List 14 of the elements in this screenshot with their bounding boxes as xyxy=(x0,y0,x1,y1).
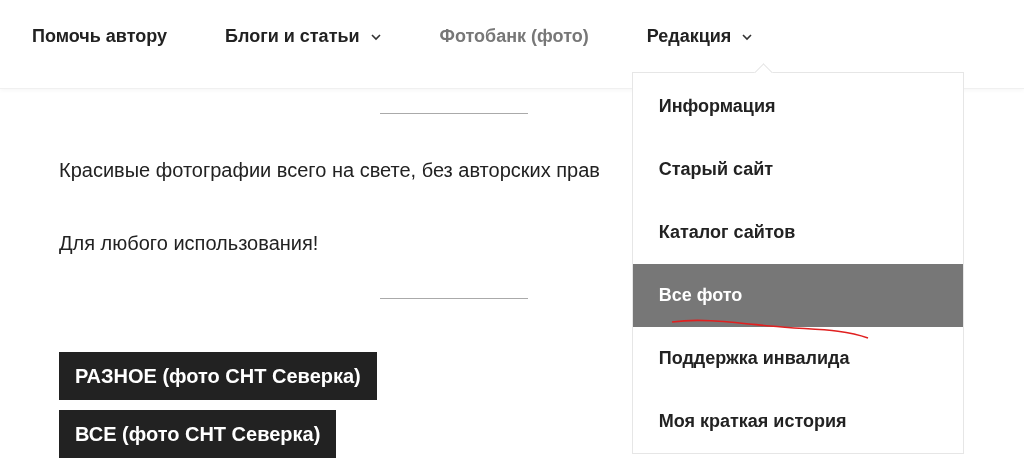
paragraph: Для любого использования! xyxy=(59,231,319,256)
paragraph: Красивые фотографии всего на свете, без авторских прав xyxy=(59,158,600,183)
menu-item[interactable]: Все фото xyxy=(632,264,963,327)
nav-link[interactable]: Фотобанк (фото) xyxy=(439,26,589,47)
menu-item[interactable]: Поддержка инвалида xyxy=(632,327,963,390)
category-button[interactable]: ВСЕ (фото СНТ Северка) xyxy=(59,410,337,458)
menu-item[interactable]: Каталог сайтов xyxy=(632,201,963,264)
nav-link[interactable]: Редакция xyxy=(646,26,754,47)
menu-item[interactable]: Информация xyxy=(632,75,963,138)
nav-link[interactable]: Блоги и статьи xyxy=(225,26,382,47)
nav-link[interactable]: Помочь автору xyxy=(32,26,168,47)
menu-item[interactable]: Моя краткая история xyxy=(632,390,963,453)
category-button[interactable]: РАЗНОЕ (фото СНТ Северка) xyxy=(59,352,377,400)
menu-item[interactable]: Старый сайт xyxy=(632,138,963,201)
